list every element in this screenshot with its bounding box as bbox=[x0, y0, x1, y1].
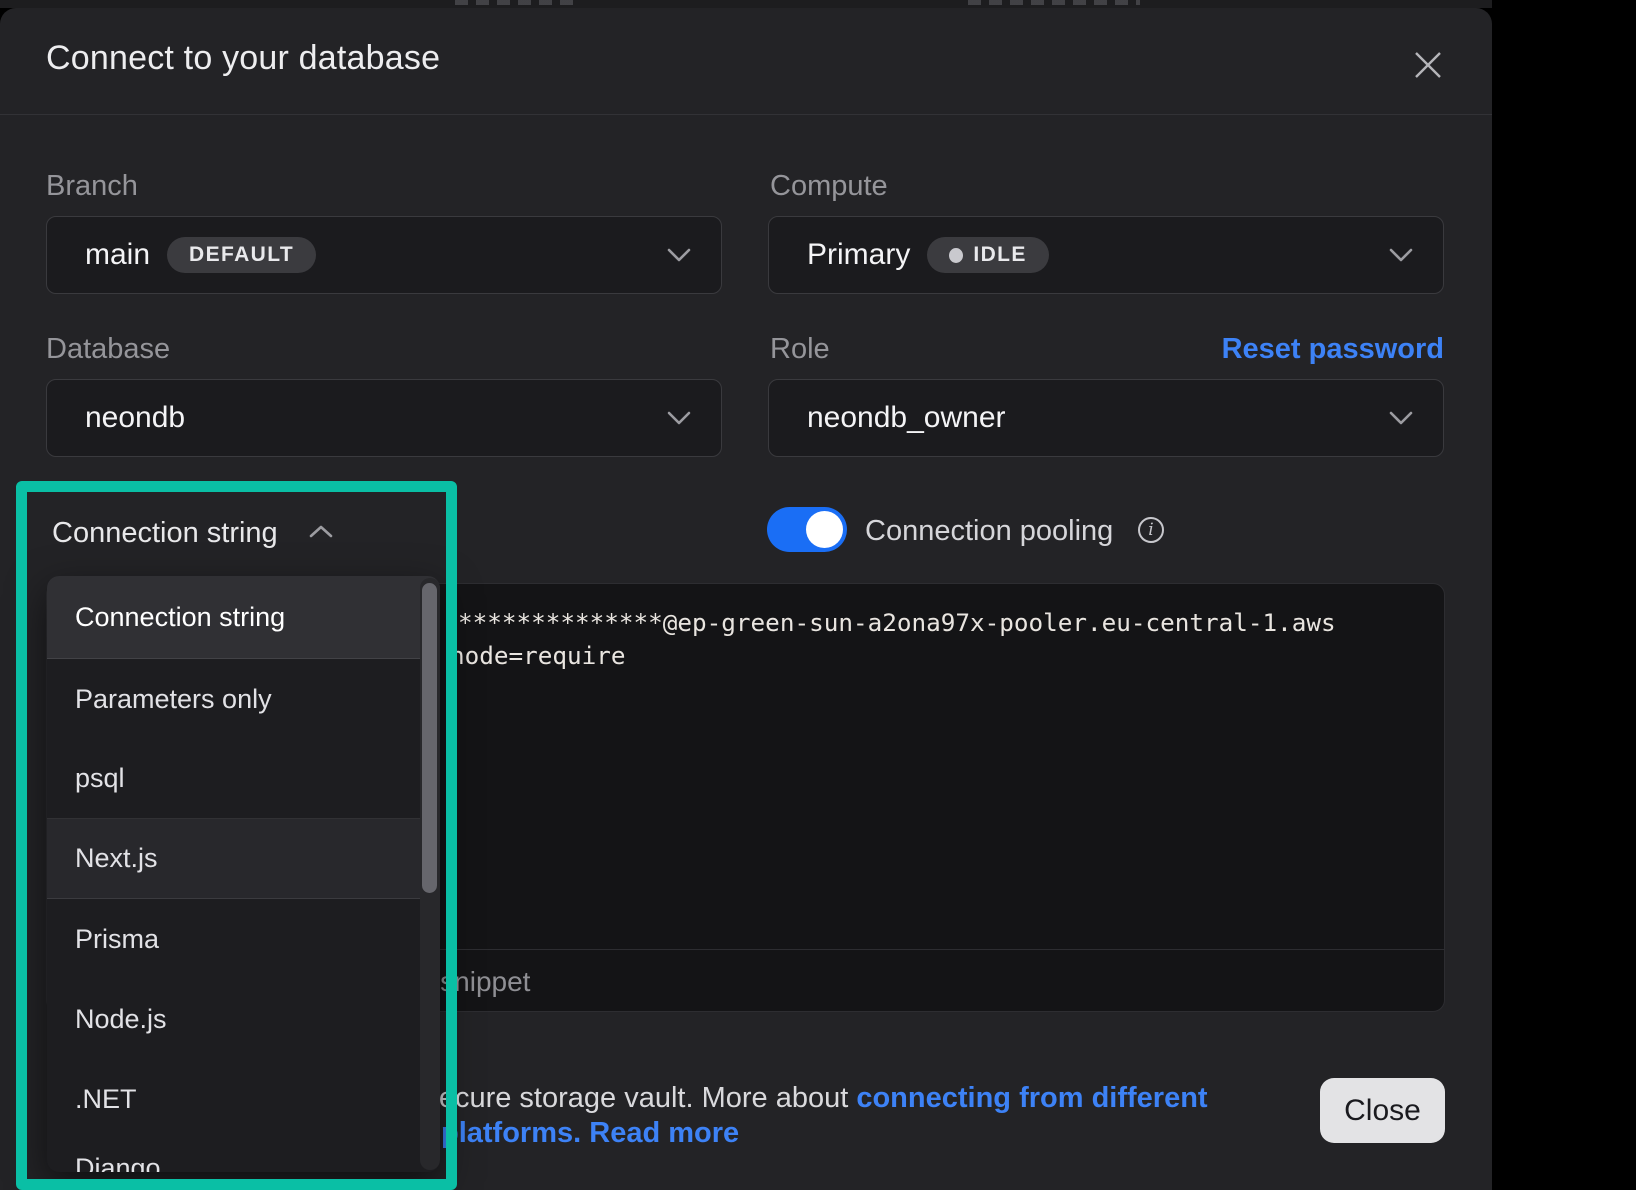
option-django[interactable]: Django bbox=[47, 1139, 440, 1172]
dialog-title: Connect to your database bbox=[46, 40, 440, 76]
background-text-fragment bbox=[968, 0, 1140, 5]
screen: Connect to your database Branch Compute … bbox=[0, 0, 1636, 1190]
connect-database-dialog: Connect to your database Branch Compute … bbox=[0, 8, 1492, 1190]
compute-status-badge: IDLE bbox=[927, 237, 1048, 273]
toggle-knob bbox=[806, 511, 843, 548]
role-label: Role bbox=[770, 333, 830, 366]
compute-status-text: IDLE bbox=[973, 243, 1026, 267]
connection-pooling-toggle[interactable] bbox=[767, 507, 847, 552]
scrollbar-thumb[interactable] bbox=[422, 583, 437, 893]
branch-value: main bbox=[85, 238, 150, 272]
close-icon[interactable] bbox=[1411, 48, 1445, 82]
branch-select[interactable]: main DEFAULT bbox=[46, 216, 722, 294]
compute-value: Primary bbox=[807, 238, 910, 272]
role-value: neondb_owner bbox=[807, 401, 1006, 435]
connection-string-listbox: Connection string Parameters only psql N… bbox=[47, 576, 440, 1172]
option-nextjs[interactable]: Next.js bbox=[47, 819, 440, 899]
database-value: neondb bbox=[85, 401, 185, 435]
connection-string-section-label[interactable]: Connection string bbox=[52, 517, 278, 550]
chevron-down-icon bbox=[1389, 411, 1413, 425]
compute-select[interactable]: Primary IDLE bbox=[768, 216, 1444, 294]
header-divider bbox=[0, 114, 1492, 115]
connection-pooling-label: Connection pooling bbox=[865, 515, 1113, 548]
background-text-fragment bbox=[455, 0, 577, 5]
chevron-down-icon bbox=[667, 248, 691, 262]
option-nodejs[interactable]: Node.js bbox=[47, 979, 440, 1059]
chevron-up-icon[interactable] bbox=[308, 524, 334, 540]
chevron-down-icon bbox=[667, 411, 691, 425]
default-badge: DEFAULT bbox=[167, 237, 316, 273]
branch-label: Branch bbox=[46, 170, 138, 203]
connection-string-line2: node=require bbox=[450, 641, 626, 670]
option-psql[interactable]: psql bbox=[47, 739, 440, 819]
reset-password-link[interactable]: Reset password bbox=[1222, 333, 1444, 366]
option-dotnet[interactable]: .NET bbox=[47, 1059, 440, 1139]
role-select[interactable]: neondb_owner bbox=[768, 379, 1444, 457]
database-select[interactable]: neondb bbox=[46, 379, 722, 457]
option-parameters-only[interactable]: Parameters only bbox=[47, 659, 440, 739]
platforms-link-continued[interactable]: platforms. bbox=[441, 1117, 581, 1149]
status-dot-icon bbox=[949, 248, 963, 263]
footer-description-line2: platforms. Read more bbox=[441, 1117, 739, 1150]
read-more-link[interactable]: Read more bbox=[589, 1117, 739, 1149]
connection-string-line1: **************@ep-green-sun-a2ona97x-poo… bbox=[458, 608, 1336, 637]
platforms-link[interactable]: connecting from different bbox=[856, 1082, 1207, 1114]
compute-label: Compute bbox=[770, 170, 888, 203]
chevron-down-icon bbox=[1389, 248, 1413, 262]
close-button[interactable]: Close bbox=[1320, 1078, 1445, 1143]
background-page-sliver bbox=[0, 0, 1492, 8]
option-connection-string[interactable]: Connection string bbox=[47, 576, 440, 659]
info-icon[interactable]: i bbox=[1138, 517, 1164, 543]
option-prisma[interactable]: Prisma bbox=[47, 899, 440, 979]
database-label: Database bbox=[46, 333, 170, 366]
